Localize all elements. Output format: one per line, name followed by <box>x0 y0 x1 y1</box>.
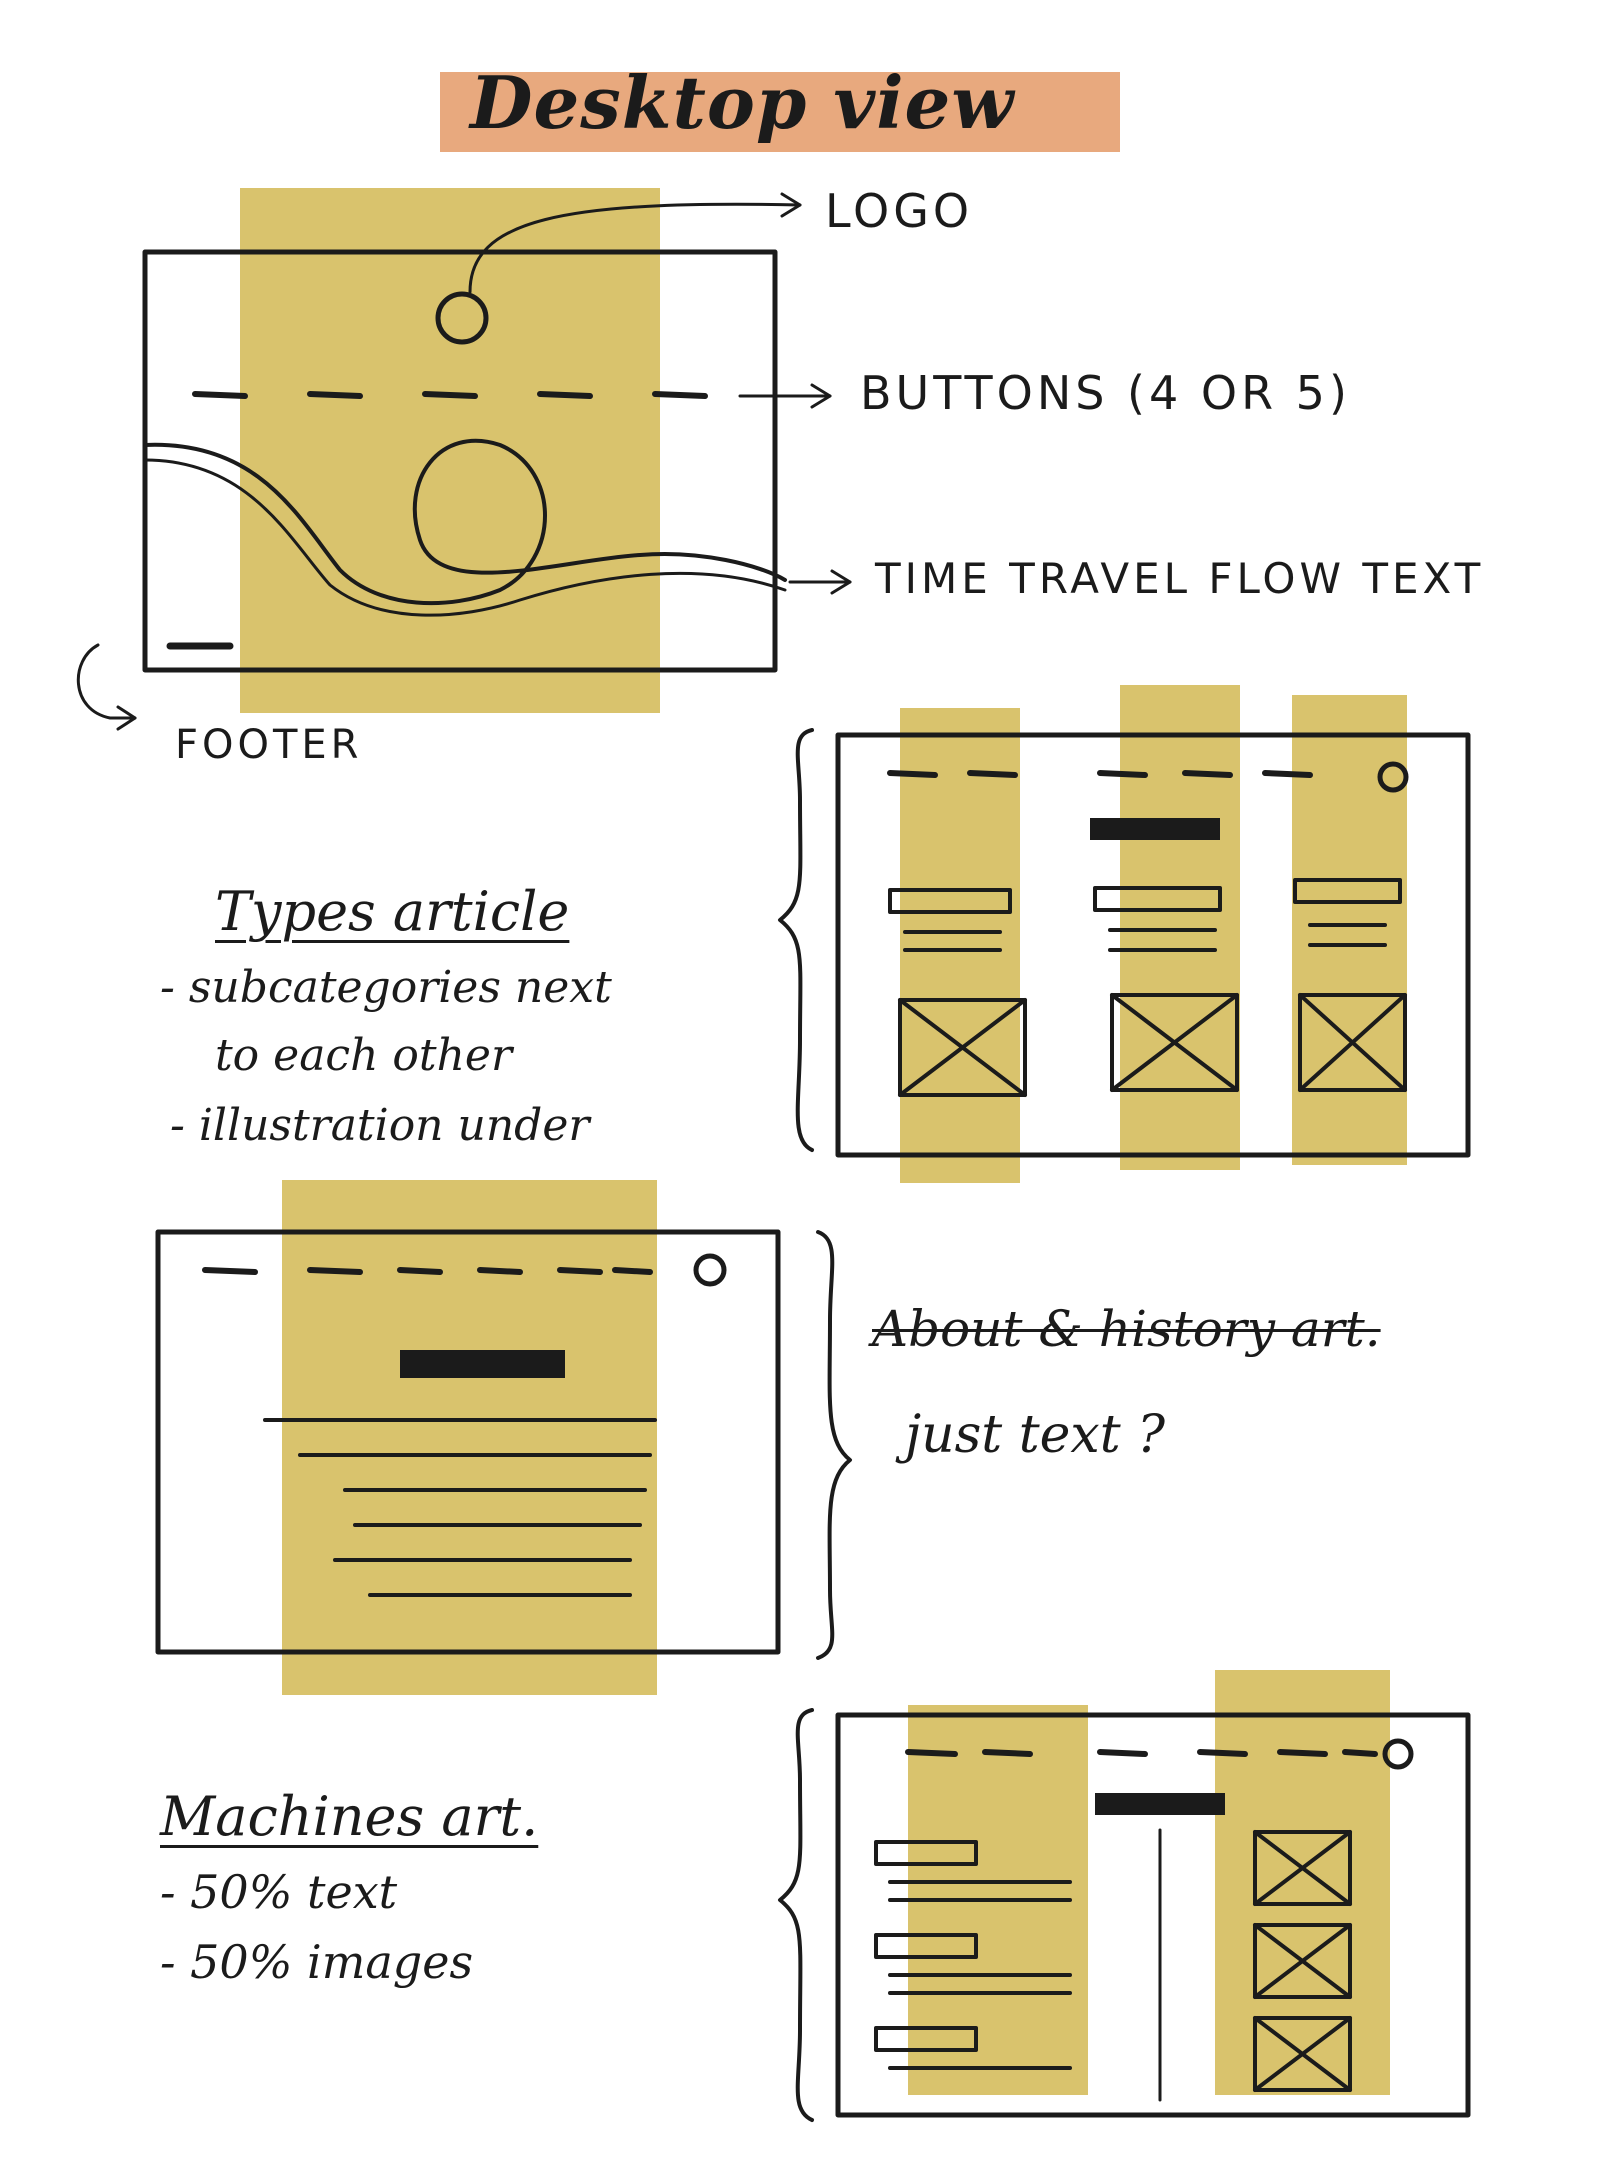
machines-article-note-2: - 50% images <box>160 1935 474 1989</box>
buttons-label: BUTTONS (4 OR 5) <box>860 366 1351 420</box>
types-title-bar <box>1090 818 1220 840</box>
machines-article-heading: Machines art. <box>160 1785 539 1848</box>
types-article-note-1: - subcategories next <box>160 962 612 1013</box>
footer-label: FOOTER <box>175 722 363 768</box>
types-article-heading: Types article <box>215 880 570 943</box>
sketch-page: Desktop view LOGO BUTTONS (4 OR 5) TIME … <box>0 0 1620 2160</box>
about-title-bar <box>400 1350 565 1378</box>
machines-image-highlight <box>1215 1670 1390 2095</box>
home-column-highlight <box>240 188 660 713</box>
logo-label: LOGO <box>825 184 974 238</box>
about-logo-circle <box>693 1253 727 1287</box>
about-article-note: just text ? <box>905 1405 1166 1465</box>
about-column-highlight <box>282 1180 657 1695</box>
types-article-note-3: - illustration under <box>170 1100 590 1151</box>
types-brace <box>778 728 814 1152</box>
machines-title-bar <box>1095 1793 1225 1815</box>
types-col1-highlight <box>900 708 1020 1183</box>
types-col2-highlight <box>1120 685 1240 1170</box>
types-article-note-2: to each other <box>215 1030 512 1081</box>
about-nav-dashes <box>202 1267 653 1275</box>
time-travel-flow-label: TIME TRAVEL FLOW TEXT <box>875 554 1485 603</box>
machines-brace <box>778 1708 814 2122</box>
footer-arrow <box>76 643 137 720</box>
about-article-heading: About & history art. <box>872 1300 1381 1358</box>
page-title: Desktop view <box>470 60 1015 145</box>
about-brace <box>816 1230 852 1660</box>
machines-article-note-1: - 50% text <box>160 1865 398 1919</box>
